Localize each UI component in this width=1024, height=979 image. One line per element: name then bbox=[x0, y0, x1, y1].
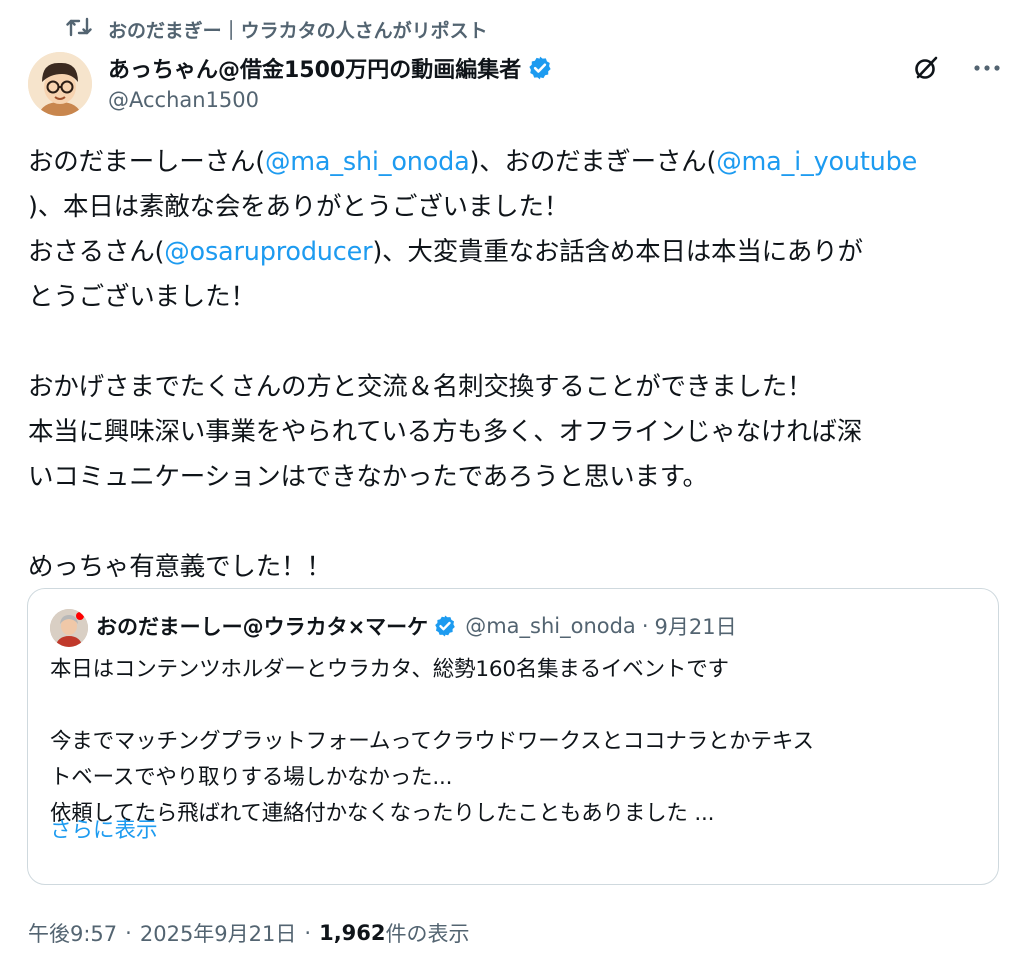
author-name[interactable]: あっちゃん@借金1500万円の動画編集者 bbox=[108, 52, 553, 84]
separator-dot: · bbox=[304, 921, 312, 945]
mention-link[interactable]: @ma_i_youtube bbox=[716, 147, 917, 177]
author-avatar[interactable] bbox=[28, 52, 92, 116]
quote-tweet-card[interactable]: おのだまーしー@ウラカタ×マーケ @ma_shi_onoda · 9月21日 本… bbox=[27, 588, 999, 885]
more-icon[interactable] bbox=[974, 64, 1000, 72]
repost-text: おのだまぎー｜ウラカタの人さんがリポスト bbox=[108, 19, 488, 42]
verified-badge-icon bbox=[435, 615, 455, 637]
quote-header: おのだまーしー@ウラカタ×マーケ @ma_shi_onoda · 9月21日 bbox=[96, 611, 737, 641]
verified-badge-icon bbox=[529, 56, 551, 80]
mention-link[interactable]: @osaruproducer bbox=[164, 237, 372, 267]
quote-author-handle[interactable]: @ma_shi_onoda bbox=[465, 614, 636, 638]
tweet-date[interactable]: 2025年9月21日 bbox=[140, 918, 297, 948]
quote-author-name[interactable]: おのだまーしー@ウラカタ×マーケ bbox=[96, 611, 428, 641]
views-count[interactable]: 1,962 bbox=[319, 921, 385, 945]
quote-author-avatar[interactable] bbox=[50, 609, 88, 647]
show-more-link[interactable]: さらに表示 bbox=[50, 813, 158, 849]
tweet-meta: 午後9:57 · 2025年9月21日 · 1,962 件の表示 bbox=[28, 918, 470, 948]
grok-icon[interactable] bbox=[912, 54, 940, 82]
tweet-text: おのだまーしーさん(@ma_shi_onoda)、おのだまぎーさん(@ma_i_… bbox=[28, 140, 1004, 590]
tweet-text-part: おのだまーしーさん( bbox=[28, 147, 265, 177]
repost-indicator[interactable]: おのだまぎー｜ウラカタの人さんがリポスト bbox=[66, 14, 488, 44]
author-handle[interactable]: @Acchan1500 bbox=[108, 88, 259, 112]
repost-icon bbox=[66, 16, 108, 43]
quote-text: 本日はコンテンツホルダーとウラカタ、総勢160名集まるイベントです 今までマッチ… bbox=[50, 657, 814, 826]
separator-dot: · bbox=[125, 921, 132, 945]
tweet-text-part: )、大変貴重なお話含め本日は本当にありが とうございました！ おかげさまでたくさ… bbox=[28, 237, 863, 582]
views-label: 件の表示 bbox=[385, 922, 470, 946]
mention-link[interactable]: @ma_shi_onoda bbox=[265, 147, 470, 177]
separator-dot: · bbox=[641, 614, 649, 638]
tweet-text-part: )、おのだまぎーさん( bbox=[469, 147, 717, 177]
tweet-time[interactable]: 午後9:57 bbox=[28, 918, 117, 948]
quote-date[interactable]: 9月21日 bbox=[655, 611, 737, 641]
author-name-text: あっちゃん@借金1500万円の動画編集者 bbox=[108, 58, 522, 83]
